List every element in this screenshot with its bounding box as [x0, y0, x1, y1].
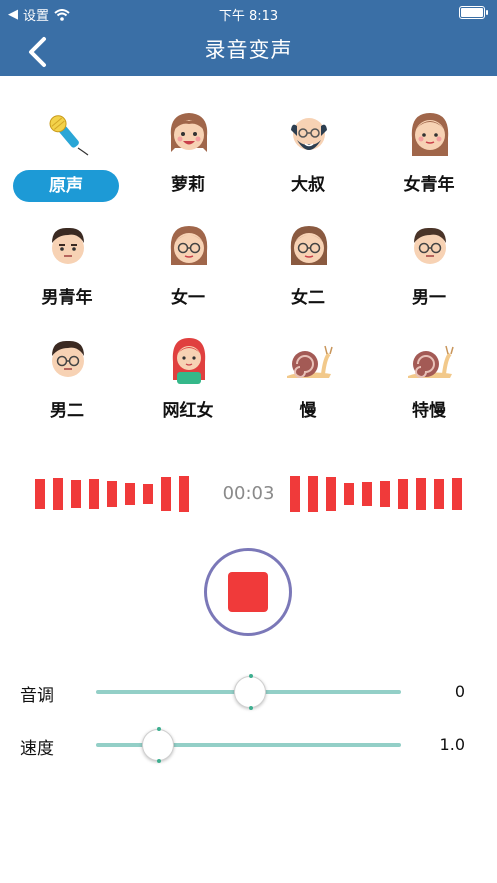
voice-label: 网红女: [162, 401, 214, 421]
stop-icon: [228, 572, 268, 612]
wave-bar: [362, 482, 372, 506]
woman-glasses-face-icon: [170, 226, 208, 265]
wave-bar: [326, 477, 336, 511]
voice-label: 女青年: [403, 175, 455, 195]
record-stop-button[interactable]: [204, 548, 292, 636]
voice-label: 萝莉: [171, 175, 205, 195]
snail-icon: [287, 345, 333, 378]
voice-option-woman-one[interactable]: 女一: [133, 213, 243, 318]
voice-option-extra-slow[interactable]: 特慢: [374, 326, 484, 431]
status-bar: ◀ 设置 下午 8:13: [0, 0, 497, 26]
girl-face-icon: [170, 113, 208, 152]
voice-label: 男一: [412, 288, 446, 308]
speed-slider-track[interactable]: [96, 727, 401, 763]
wave-bar: [416, 478, 426, 510]
voice-label: 女一: [171, 288, 205, 308]
voice-option-young-woman[interactable]: 女青年: [374, 100, 484, 205]
nav-bar: ◀ 设置 下午 8:13 录音变声: [0, 0, 497, 76]
voice-label: 原声: [13, 170, 119, 202]
pitch-slider-row: 音调 0: [0, 672, 497, 712]
pitch-label: 音调: [20, 686, 54, 706]
pitch-slider-track[interactable]: [96, 674, 401, 710]
voice-label: 慢: [299, 401, 317, 421]
voice-option-original[interactable]: 原声: [10, 100, 120, 205]
speed-slider-row: 速度 1.0: [0, 725, 497, 765]
young-man-face-icon: [52, 227, 84, 264]
man-glasses-face-icon: [52, 340, 84, 377]
man-glasses-face-icon: [414, 227, 446, 264]
voice-option-man-two[interactable]: 男二: [12, 326, 122, 431]
voice-label: 女二: [291, 288, 325, 308]
wave-bar: [380, 481, 390, 507]
microphone-icon: [49, 115, 89, 156]
wave-bar: [290, 476, 300, 512]
speed-label: 速度: [20, 739, 54, 759]
pitch-slider-thumb[interactable]: [233, 674, 266, 710]
voice-label: 特慢: [412, 401, 446, 421]
woman-glasses-face-icon: [290, 226, 328, 265]
battery-icon: [459, 6, 488, 19]
wave-bar: [308, 476, 318, 512]
voice-label: 男二: [50, 401, 84, 421]
voice-option-woman-two[interactable]: 女二: [253, 213, 363, 318]
snail-icon: [408, 345, 454, 378]
waveform-right: [290, 474, 462, 514]
young-woman-face-icon: [411, 113, 449, 156]
voice-option-man-one[interactable]: 男一: [374, 213, 484, 318]
voice-option-influencer[interactable]: 网红女: [133, 326, 243, 431]
voice-option-loli[interactable]: 萝莉: [133, 100, 243, 205]
wave-bar: [398, 479, 408, 509]
wave-bar: [434, 479, 444, 509]
influencer-girl-icon: [172, 338, 206, 384]
voice-label: 大叔: [291, 175, 325, 195]
voice-option-uncle[interactable]: 大叔: [253, 100, 363, 205]
page-title: 录音变声: [204, 38, 293, 62]
voice-option-young-man[interactable]: 男青年: [12, 213, 122, 318]
pitch-value: 0: [454, 682, 465, 701]
wave-bar: [344, 483, 354, 505]
voice-label: 男青年: [41, 288, 93, 308]
voice-option-slow[interactable]: 慢: [253, 326, 363, 431]
speed-slider-thumb[interactable]: [142, 727, 174, 763]
uncle-face-icon: [291, 118, 327, 150]
speed-value: 1.0: [439, 735, 465, 754]
wave-bar: [452, 478, 462, 510]
status-time: 下午 8:13: [218, 9, 279, 24]
